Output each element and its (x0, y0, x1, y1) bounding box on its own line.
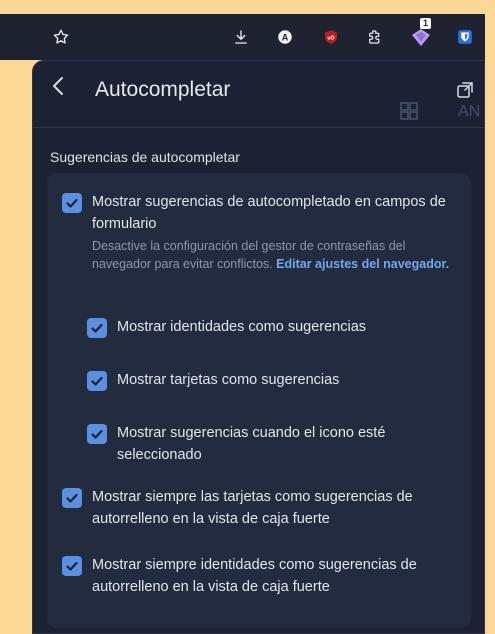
bitwarden-shield-icon[interactable] (452, 14, 478, 60)
options-card: Mostrar sugerencias de autocompletado en… (47, 173, 471, 628)
option-label: Mostrar sugerencias cuando el icono esté… (117, 425, 386, 463)
option-label: Mostrar siempre identidades como sugeren… (92, 557, 417, 595)
grid-icon (400, 102, 418, 125)
option-label: Mostrar tarjetas como sugerencias (117, 372, 340, 388)
checkbox[interactable] (62, 488, 82, 508)
autofill-settings-panel: Autocompletar AN Sugerencias de autocomp… (32, 60, 485, 634)
checkbox[interactable] (62, 193, 82, 213)
option-show-on-icon-select[interactable]: Mostrar sugerencias cuando el icono esté… (87, 422, 427, 466)
star-icon[interactable] (48, 14, 74, 60)
option-always-show-identities-vault[interactable]: Mostrar siempre identidades como sugeren… (62, 554, 457, 598)
checkbox[interactable] (87, 371, 107, 391)
option-always-show-cards-vault[interactable]: Mostrar siempre las tarjetas como sugere… (62, 486, 457, 530)
option-label: Mostrar siempre las tarjetas como sugere… (92, 489, 413, 527)
extension-a-icon[interactable]: A (272, 14, 298, 60)
option-label: Mostrar sugerencias de autocompletado en… (92, 194, 446, 232)
checkbox[interactable] (62, 556, 82, 576)
checkbox[interactable] (87, 424, 107, 444)
ublock-icon[interactable]: uO (318, 14, 344, 60)
account-badge: AN (458, 103, 481, 120)
svg-text:A: A (282, 32, 289, 42)
help-text: Desactive la configuración del gestor de… (92, 239, 450, 271)
option-show-cards[interactable]: Mostrar tarjetas como sugerencias (87, 369, 457, 391)
download-icon[interactable] (228, 14, 254, 60)
option-show-identities[interactable]: Mostrar identidades como sugerencias (87, 316, 457, 338)
option-label: Mostrar identidades como sugerencias (117, 319, 367, 335)
checkbox[interactable] (87, 318, 107, 338)
page-title: Autocompletar (95, 78, 231, 101)
browser-toolbar: A uO 1 (0, 14, 485, 60)
notification-badge: 1 (420, 18, 432, 29)
extensions-puzzle-icon[interactable] (362, 14, 388, 60)
panel-header: Autocompletar AN (33, 61, 484, 128)
back-icon[interactable] (51, 75, 65, 103)
svg-text:uO: uO (327, 35, 334, 41)
section-title: Sugerencias de autocompletar (50, 149, 240, 165)
popout-icon[interactable] (456, 81, 474, 99)
option-show-form-suggestions[interactable]: Mostrar sugerencias de autocompletado en… (62, 191, 457, 273)
edit-browser-settings-link[interactable]: Editar ajustes del navegador. (276, 257, 449, 271)
